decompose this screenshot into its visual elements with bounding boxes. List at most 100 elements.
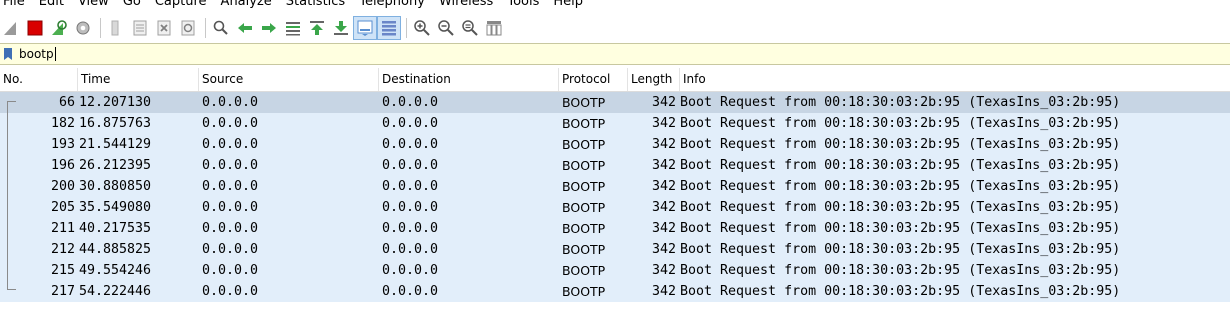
packet-row[interactable]: 212 44.885825 0.0.0.0 0.0.0.0 BOOTP 342 … xyxy=(0,239,1230,260)
packet-time: 30.880850 xyxy=(79,179,152,194)
menu-tools[interactable]: Tools xyxy=(500,0,546,9)
column-header-protocol[interactable]: Protocol xyxy=(559,68,628,91)
packet-row[interactable]: 215 49.554246 0.0.0.0 0.0.0.0 BOOTP 342 … xyxy=(0,260,1230,281)
go-to-packet-icon[interactable] xyxy=(282,17,304,39)
zoom-in-icon[interactable] xyxy=(411,17,433,39)
packet-length: 342 xyxy=(651,284,676,299)
resize-columns-icon[interactable] xyxy=(483,17,505,39)
filter-bookmark-icon[interactable] xyxy=(0,44,16,64)
menu-bar: File Edit View Go Capture Analyze Statis… xyxy=(0,0,1230,11)
packet-protocol: BOOTP xyxy=(562,95,606,110)
packet-row[interactable]: 200 30.880850 0.0.0.0 0.0.0.0 BOOTP 342 … xyxy=(0,176,1230,197)
packet-length: 342 xyxy=(651,200,676,215)
packet-destination: 0.0.0.0 xyxy=(382,116,439,131)
packet-time: 49.554246 xyxy=(79,263,152,278)
packet-time: 26.212395 xyxy=(79,158,152,173)
menu-capture[interactable]: Capture xyxy=(148,0,214,9)
column-header-info[interactable]: Info xyxy=(680,68,1230,91)
packet-time: 40.217535 xyxy=(79,221,152,236)
packet-protocol: BOOTP xyxy=(562,137,606,152)
packet-source: 0.0.0.0 xyxy=(202,242,259,257)
autoscroll-icon[interactable] xyxy=(353,16,377,40)
packet-destination: 0.0.0.0 xyxy=(382,200,439,215)
packet-length: 342 xyxy=(651,95,676,110)
go-forward-arrow-icon[interactable] xyxy=(258,17,280,39)
column-header-length[interactable]: Length xyxy=(628,68,680,91)
packet-source: 0.0.0.0 xyxy=(202,95,259,110)
packet-info: Boot Request from 00:18:30:03:2b:95 (Tex… xyxy=(680,95,1121,110)
toolbar-divider xyxy=(205,18,206,38)
packet-row[interactable]: 211 40.217535 0.0.0.0 0.0.0.0 BOOTP 342 … xyxy=(0,218,1230,239)
packet-source: 0.0.0.0 xyxy=(202,179,259,194)
packet-row[interactable]: 66 12.207130 0.0.0.0 0.0.0.0 BOOTP 342 B… xyxy=(0,92,1230,113)
menu-wireless[interactable]: Wireless xyxy=(432,0,500,9)
packet-list: No. Time Source Destination Protocol Len… xyxy=(0,68,1230,321)
packet-time: 35.549080 xyxy=(79,200,152,215)
packet-info: Boot Request from 00:18:30:03:2b:95 (Tex… xyxy=(680,284,1121,299)
packet-source: 0.0.0.0 xyxy=(202,284,259,299)
packet-row[interactable]: 196 26.212395 0.0.0.0 0.0.0.0 BOOTP 342 … xyxy=(0,155,1230,176)
menu-edit[interactable]: Edit xyxy=(32,0,71,9)
packet-time: 54.222446 xyxy=(79,284,152,299)
packet-protocol: BOOTP xyxy=(562,116,606,131)
packet-info: Boot Request from 00:18:30:03:2b:95 (Tex… xyxy=(680,242,1121,257)
packet-destination: 0.0.0.0 xyxy=(382,158,439,173)
packet-destination: 0.0.0.0 xyxy=(382,221,439,236)
packet-protocol: BOOTP xyxy=(562,242,606,257)
save-file-icon[interactable] xyxy=(129,17,151,39)
packet-length: 342 xyxy=(651,221,676,236)
menu-view[interactable]: View xyxy=(71,0,116,9)
packet-row[interactable]: 182 16.875763 0.0.0.0 0.0.0.0 BOOTP 342 … xyxy=(0,113,1230,134)
close-file-icon[interactable] xyxy=(153,17,175,39)
find-packet-icon[interactable] xyxy=(210,17,232,39)
colorize-icon[interactable] xyxy=(377,16,401,40)
open-file-icon[interactable] xyxy=(105,17,127,39)
packet-source: 0.0.0.0 xyxy=(202,137,259,152)
packet-source: 0.0.0.0 xyxy=(202,200,259,215)
column-header-destination[interactable]: Destination xyxy=(379,68,559,91)
menu-statistics[interactable]: Statistics xyxy=(279,0,352,9)
packet-list-header: No. Time Source Destination Protocol Len… xyxy=(0,68,1230,92)
packet-info: Boot Request from 00:18:30:03:2b:95 (Tex… xyxy=(680,200,1121,215)
packet-length: 342 xyxy=(651,137,676,152)
stop-square-icon[interactable] xyxy=(24,17,46,39)
main-toolbar xyxy=(0,14,1230,42)
menu-analyze[interactable]: Analyze xyxy=(214,0,279,9)
packet-length: 342 xyxy=(651,158,676,173)
menu-go[interactable]: Go xyxy=(116,0,148,9)
reload-file-icon[interactable] xyxy=(177,17,199,39)
packet-source: 0.0.0.0 xyxy=(202,158,259,173)
conversation-bracket xyxy=(7,101,17,290)
packet-destination: 0.0.0.0 xyxy=(382,284,439,299)
packet-row[interactable]: 205 35.549080 0.0.0.0 0.0.0.0 BOOTP 342 … xyxy=(0,197,1230,218)
packet-protocol: BOOTP xyxy=(562,179,606,194)
toolbar-divider xyxy=(100,18,101,38)
packet-protocol: BOOTP xyxy=(562,158,606,173)
column-header-no[interactable]: No. xyxy=(0,68,78,91)
toolbar-divider xyxy=(406,18,407,38)
shark-fin-start-icon[interactable] xyxy=(0,17,22,39)
packet-info: Boot Request from 00:18:30:03:2b:95 (Tex… xyxy=(680,179,1121,194)
menu-telephony[interactable]: Telephony xyxy=(352,0,432,9)
packet-time: 12.207130 xyxy=(79,95,152,110)
packet-source: 0.0.0.0 xyxy=(202,263,259,278)
packet-row[interactable]: 217 54.222446 0.0.0.0 0.0.0.0 BOOTP 342 … xyxy=(0,281,1230,302)
packet-length: 342 xyxy=(651,116,676,131)
packet-destination: 0.0.0.0 xyxy=(382,137,439,152)
normal-size-icon[interactable] xyxy=(459,17,481,39)
first-packet-icon[interactable] xyxy=(306,17,328,39)
packet-source: 0.0.0.0 xyxy=(202,116,259,131)
packet-protocol: BOOTP xyxy=(562,221,606,236)
last-packet-icon[interactable] xyxy=(330,17,352,39)
menu-help[interactable]: Help xyxy=(546,0,590,9)
packet-protocol: BOOTP xyxy=(562,263,606,278)
capture-options-gear-icon[interactable] xyxy=(72,17,94,39)
column-header-time[interactable]: Time xyxy=(78,68,199,91)
menu-file[interactable]: File xyxy=(0,0,32,9)
restart-shark-fin-icon[interactable] xyxy=(48,17,70,39)
packet-row[interactable]: 193 21.544129 0.0.0.0 0.0.0.0 BOOTP 342 … xyxy=(0,134,1230,155)
go-back-arrow-icon[interactable] xyxy=(234,17,256,39)
column-header-source[interactable]: Source xyxy=(199,68,379,91)
display-filter-input[interactable]: bootp xyxy=(16,47,56,61)
zoom-out-icon[interactable] xyxy=(435,17,457,39)
